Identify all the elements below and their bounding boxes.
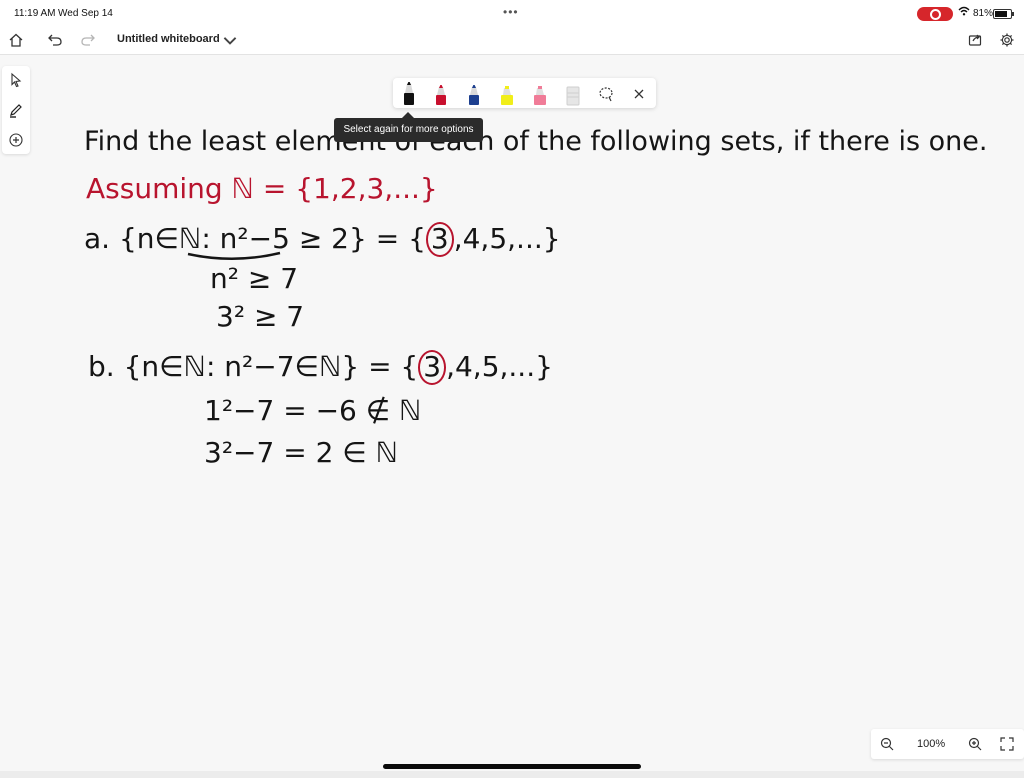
heading-text: Find the least element of each of the fo… [84, 126, 988, 157]
part-b-label: b. [88, 350, 115, 383]
close-icon[interactable] [629, 81, 649, 107]
app-bar: Untitled whiteboard [0, 26, 1024, 55]
pen-tooltip: Select again for more options [334, 112, 483, 142]
part-a-answer: 3 [425, 222, 454, 257]
ink-pen-icon[interactable] [8, 102, 24, 118]
part-b-set-rest: ,4,5,...} [446, 350, 553, 383]
wifi-icon [958, 6, 970, 19]
zoom-bar: 100% [871, 729, 1024, 759]
part-a-step1: n² ≥ 7 [210, 262, 299, 295]
undo-icon[interactable] [45, 30, 65, 50]
part-b-set-expr: {n∈ℕ: n²−7∈ℕ} = { [123, 350, 419, 383]
home-icon[interactable] [6, 30, 26, 50]
assumption-text: Assuming ℕ = {1,2,3,...} [86, 172, 438, 205]
black-pen-icon[interactable] [399, 81, 419, 107]
whiteboard-title[interactable]: Untitled whiteboard [117, 33, 220, 45]
add-icon[interactable] [8, 132, 24, 148]
fit-to-screen-icon[interactable] [999, 736, 1015, 752]
select-pointer-icon[interactable] [8, 72, 24, 88]
part-a-line: a. {n∈ℕ: n²−5 ≥ 2} = {3,4,5,...} [84, 222, 561, 257]
pen-tray [393, 78, 656, 108]
redo-icon[interactable] [78, 30, 98, 50]
pink-highlighter-icon[interactable] [530, 81, 550, 107]
red-pen-icon[interactable] [431, 81, 451, 107]
part-b-step2: 3²−7 = 2 ∈ ℕ [204, 436, 399, 469]
yellow-highlighter-icon[interactable] [497, 81, 517, 107]
screen-recording-icon[interactable] [917, 7, 953, 21]
part-a-underline [187, 251, 281, 260]
status-bar: 11:19 AM Wed Sep 14 ••• 81% [0, 0, 1024, 26]
part-a-step2: 3² ≥ 7 [216, 300, 305, 333]
part-a-label: a. [84, 222, 111, 255]
zoom-level[interactable]: 100% [917, 738, 945, 750]
blue-pen-icon[interactable] [464, 81, 484, 107]
lasso-select-icon[interactable] [596, 81, 616, 107]
share-icon[interactable] [965, 30, 985, 50]
zoom-out-icon[interactable] [879, 736, 895, 752]
part-b-step1: 1²−7 = −6 ∉ ℕ [204, 394, 422, 427]
battery-icon [993, 9, 1014, 19]
battery-percent: 81% [973, 8, 994, 19]
bottom-edge [0, 771, 1024, 778]
part-b-line: b. {n∈ℕ: n²−7∈ℕ} = {3,4,5,...} [88, 350, 553, 385]
part-a-set-rest: ,4,5,...} [453, 222, 561, 255]
chevron-down-icon[interactable] [222, 33, 238, 54]
status-date: Wed Sep 14 [58, 8, 113, 19]
status-time: 11:19 AM [14, 8, 56, 19]
home-indicator[interactable] [383, 764, 641, 769]
part-b-answer: 3 [418, 350, 447, 385]
left-toolbar [2, 66, 30, 154]
settings-gear-icon[interactable] [997, 30, 1017, 50]
multitasking-dots-icon[interactable]: ••• [503, 5, 519, 19]
zoom-in-icon[interactable] [967, 736, 983, 752]
eraser-icon[interactable] [563, 81, 583, 107]
